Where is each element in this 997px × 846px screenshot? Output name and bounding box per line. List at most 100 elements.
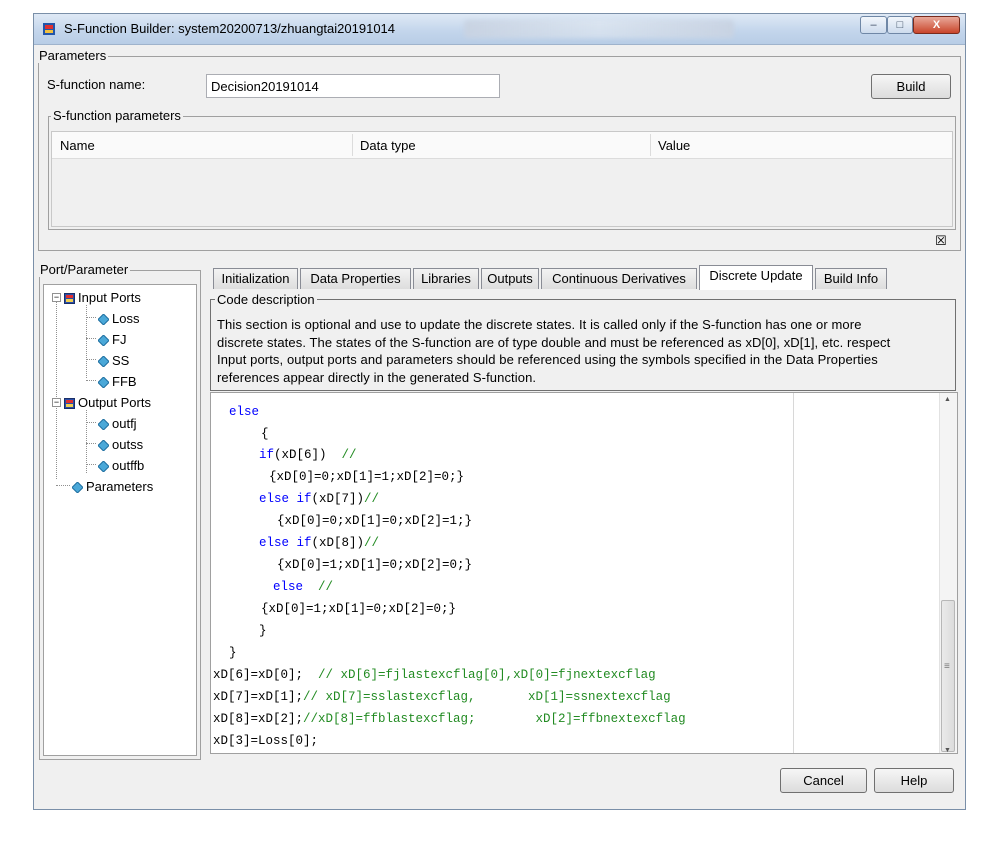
- title-blurred-region: [464, 20, 734, 38]
- sfunction-name-input[interactable]: [206, 74, 500, 98]
- code-description-line: This section is optional and use to upda…: [217, 317, 862, 332]
- code-keyword: else: [273, 580, 304, 594]
- tab-continuous-derivatives[interactable]: Continuous Derivatives: [541, 268, 697, 289]
- code-text: xD[3]=Loss[0];: [213, 734, 319, 748]
- title-bar[interactable]: S-Function Builder: system20200713/zhuan…: [34, 14, 965, 45]
- close-button[interactable]: X: [913, 16, 960, 34]
- tree-node-output-outfj[interactable]: outfj: [98, 416, 137, 431]
- port-diamond-icon: [98, 418, 109, 430]
- column-header-value[interactable]: Value: [658, 138, 690, 153]
- port-block-icon: [64, 397, 75, 409]
- scroll-up-icon[interactable]: ▲: [944, 396, 951, 403]
- code-keyword: else if: [259, 536, 312, 550]
- code-line: }: [229, 644, 237, 662]
- port-diamond-icon: [72, 481, 83, 493]
- code-comment: //: [364, 536, 380, 550]
- code-text: (xD[7]): [311, 492, 365, 506]
- code-editor[interactable]: else { if(xD[6]) // {xD[0]=0;xD[1]=1;xD[…: [210, 392, 958, 754]
- tree-node-label: Input Ports: [78, 290, 141, 305]
- code-keyword: if: [259, 448, 275, 462]
- code-vertical-scrollbar[interactable]: ▲ ≡ ▼: [939, 393, 957, 753]
- minimize-button[interactable]: –: [860, 16, 887, 34]
- collapse-icon[interactable]: −: [52, 293, 61, 302]
- tree-node-output-ports[interactable]: − Output Ports: [52, 395, 151, 410]
- tab-discrete-update[interactable]: Discrete Update: [699, 265, 813, 290]
- tree-node-input-ffb[interactable]: FFB: [98, 374, 137, 389]
- tree-line: [86, 380, 96, 381]
- scrollbar-thumb[interactable]: ≡: [941, 600, 955, 752]
- tree-line: [56, 485, 70, 486]
- code-line: if(xD[6]) //: [259, 446, 357, 464]
- code-comment: //xD[8]=ffblastexcflag; xD[2]=ffbnextexc…: [303, 712, 686, 726]
- code-line: else if(xD[8])//: [259, 534, 379, 552]
- port-diamond-icon: [98, 439, 109, 451]
- tree-node-parameters[interactable]: Parameters: [72, 479, 153, 494]
- help-button[interactable]: Help: [874, 768, 954, 793]
- maximize-icon: □: [896, 19, 904, 31]
- parameters-legend: Parameters: [37, 48, 109, 63]
- table-header: Name Data type Value: [52, 132, 952, 159]
- code-text: {xD[0]=1;xD[1]=0;xD[2]=0;}: [261, 602, 457, 616]
- code-line: else //: [273, 578, 333, 596]
- tree-node-input-ss[interactable]: SS: [98, 353, 129, 368]
- column-divider[interactable]: [352, 134, 353, 156]
- port-diamond-icon: [98, 313, 109, 325]
- code-text: xD[8]=xD[2];: [213, 712, 304, 726]
- port-parameter-tree[interactable]: − Input Ports Loss FJ SS FFB − Output Po…: [43, 284, 197, 756]
- code-description-line: discrete states. The states of the S-fun…: [217, 334, 891, 350]
- tree-line: [86, 422, 96, 423]
- port-block-icon: [64, 292, 75, 304]
- column-divider[interactable]: [650, 134, 651, 156]
- code-description-line: references appear directly in the genera…: [217, 369, 537, 385]
- code-text: {xD[0]=0;xD[1]=1;xD[2]=0;}: [269, 470, 465, 484]
- code-line: }: [259, 622, 267, 640]
- tree-node-input-loss[interactable]: Loss: [98, 311, 139, 326]
- sfunction-builder-app-icon: [42, 22, 56, 36]
- cancel-button[interactable]: Cancel: [780, 768, 867, 793]
- build-button[interactable]: Build: [871, 74, 951, 99]
- tree-line: [56, 299, 57, 479]
- code-line: {xD[0]=1;xD[1]=0;xD[2]=0;}: [277, 556, 472, 574]
- tab-data-properties[interactable]: Data Properties: [300, 268, 411, 289]
- parameters-group: Parameters S-function name: Build S-func…: [37, 48, 961, 251]
- code-line: {: [261, 425, 269, 443]
- maximize-button[interactable]: □: [887, 16, 913, 34]
- sfunction-name-label: S-function name:: [47, 77, 146, 92]
- code-description-legend: Code description: [215, 292, 317, 307]
- code-keyword: else if: [259, 492, 312, 506]
- code-line: xD[3]=Loss[0];: [213, 732, 318, 750]
- tab-outputs[interactable]: Outputs: [481, 268, 539, 289]
- tree-node-label: SS: [112, 353, 130, 368]
- tree-node-label: Output Ports: [78, 395, 151, 410]
- code-comment: // xD[7]=sslastexcflag, xD[1]=ssnextexcf…: [303, 690, 671, 704]
- tree-node-input-ports[interactable]: − Input Ports: [52, 290, 141, 305]
- collapse-icon[interactable]: −: [52, 398, 61, 407]
- tree-node-label: FFB: [112, 374, 137, 389]
- sfunction-parameters-table[interactable]: Name Data type Value: [51, 131, 953, 227]
- code-text: {xD[0]=0;xD[1]=0;xD[2]=1;}: [277, 514, 473, 528]
- tree-node-output-outss[interactable]: outss: [98, 437, 143, 452]
- code-line: xD[6]=xD[0]; // xD[6]=fjlastexcflag[0],x…: [213, 666, 656, 684]
- code-text: xD[6]=xD[0];: [213, 668, 304, 682]
- code-comment: //: [318, 580, 334, 594]
- column-header-data-type[interactable]: Data type: [360, 138, 416, 153]
- minimize-icon: –: [870, 19, 877, 31]
- tab-libraries[interactable]: Libraries: [413, 268, 479, 289]
- code-brace: {: [261, 427, 269, 441]
- code-line: xD[8]=xD[2];//xD[8]=ffblastexcflag; xD[2…: [213, 710, 686, 728]
- tree-node-label: FJ: [112, 332, 127, 347]
- port-diamond-icon: [98, 460, 109, 472]
- tree-node-input-fj[interactable]: FJ: [98, 332, 126, 347]
- code-line: {xD[0]=0;xD[1]=0;xD[2]=1;}: [277, 512, 472, 530]
- code-text: xD[7]=xD[1];: [213, 690, 304, 704]
- port-diamond-icon: [98, 376, 109, 388]
- scroll-down-icon[interactable]: ▼: [944, 747, 951, 753]
- undock-icon[interactable]: ☒: [935, 233, 947, 249]
- tab-build-info[interactable]: Build Info: [815, 268, 887, 289]
- column-header-name[interactable]: Name: [60, 138, 95, 153]
- code-brace: }: [259, 624, 267, 638]
- tree-node-output-outffb[interactable]: outffb: [98, 458, 144, 473]
- tab-initialization[interactable]: Initialization: [213, 268, 298, 289]
- code-text: (xD[6]): [274, 448, 327, 462]
- tree-line: [86, 338, 96, 339]
